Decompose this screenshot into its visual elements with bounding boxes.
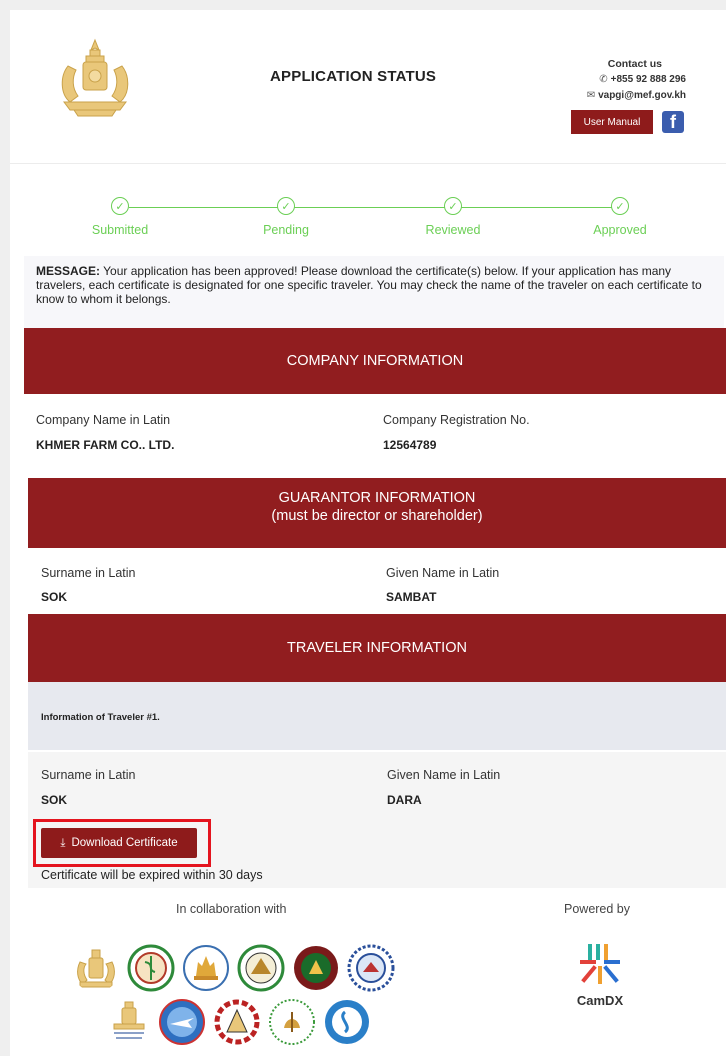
step-submitted: ✓ Submitted <box>60 197 180 237</box>
contact-email[interactable]: ✉ vapgi@mef.gov.kh <box>536 88 686 104</box>
health-ministry-logo-icon <box>127 944 175 992</box>
page-header: APPLICATION STATUS Contact us ✆ +855 92 8… <box>10 10 726 164</box>
section-title: COMPANY INFORMATION <box>286 353 464 369</box>
contact-block: Contact us ✆ +855 92 888 296 ✉ vapgi@mef.g… <box>536 56 686 104</box>
contact-title: Contact us <box>607 58 662 70</box>
stepper-progress-line <box>129 207 622 208</box>
download-label: Download Certificate <box>71 837 178 849</box>
royal-emblem-logo-icon <box>77 949 115 988</box>
company-reg-label: Company Registration No. <box>383 413 530 427</box>
ministry-emblem-small-logo-icon <box>113 1001 145 1039</box>
company-section-header: COMPANY INFORMATION <box>24 328 726 394</box>
check-icon: ✓ <box>111 197 129 215</box>
section-subtitle: (must be director or shareholder) <box>271 508 483 524</box>
ministry-crest-logo-icon <box>237 944 285 992</box>
contact-email-text: vapgi@mef.gov.kh <box>598 90 686 101</box>
guarantor-given-label: Given Name in Latin <box>386 566 500 580</box>
police-logo-icon <box>294 946 338 990</box>
section-title: TRAVELER INFORMATION <box>287 640 467 656</box>
check-icon: ✓ <box>277 197 295 215</box>
collaboration-title: In collaboration with <box>176 902 287 916</box>
message-text: Your application has been approved! Plea… <box>36 264 702 306</box>
download-certificate-button[interactable]: ⤓ Download Certificate <box>41 828 197 858</box>
mail-icon: ✉ <box>586 90 596 101</box>
agency-logo-icon <box>347 944 395 992</box>
camdx-logo: CamDX <box>570 942 630 1008</box>
status-message: MESSAGE: Your application has been appro… <box>24 256 724 328</box>
company-reg-value: 12564789 <box>383 438 437 452</box>
company-name-label: Company Name in Latin <box>36 413 171 427</box>
traveler-surname-value: SOK <box>41 793 68 807</box>
message-prefix: MESSAGE: <box>36 264 101 278</box>
aviation-logo-icon <box>159 999 205 1045</box>
user-manual-button[interactable]: User Manual <box>571 110 653 134</box>
step-label: Pending <box>263 223 309 237</box>
step-label: Submitted <box>91 223 149 237</box>
page-title: APPLICATION STATUS <box>270 68 437 85</box>
step-label: Reviewed <box>425 223 481 237</box>
facebook-glyph: f <box>670 112 676 132</box>
agriculture-logo-icon <box>269 999 315 1045</box>
application-status-card: APPLICATION STATUS Contact us ✆ +855 92 8… <box>10 10 726 1056</box>
traveler-surname-label: Surname in Latin <box>41 768 136 782</box>
tourism-logo-icon <box>183 945 229 991</box>
check-icon: ✓ <box>444 197 462 215</box>
camdx-brand-text: CamDX <box>576 993 624 1008</box>
guarantor-surname-value: SOK <box>41 590 68 604</box>
status-stepper: ✓ Submitted ✓ Pending ✓ Reviewed ✓ Appro… <box>10 175 726 255</box>
facebook-icon[interactable]: f <box>662 111 684 133</box>
company-name-value: KHMER FARM CO.. LTD. <box>36 438 175 452</box>
defense-crest-logo-icon <box>214 999 260 1045</box>
traveler-subheader: Information of Traveler #1. <box>28 682 726 750</box>
download-icon: ⤓ <box>60 836 66 849</box>
check-icon: ✓ <box>611 197 629 215</box>
certificate-expiry-note: Certificate will be expired within 30 da… <box>41 868 263 882</box>
contact-phone[interactable]: ✆ +855 92 888 296 <box>536 72 686 88</box>
traveler-given-label: Given Name in Latin <box>387 768 501 782</box>
guarantor-section-header: GUARANTOR INFORMATION (must be director … <box>28 478 726 548</box>
camdx-mark-icon <box>580 944 620 984</box>
step-reviewed: ✓ Reviewed <box>393 197 513 237</box>
section-title: GUARANTOR INFORMATION <box>278 490 476 506</box>
commerce-logo-icon <box>325 1000 369 1044</box>
phone-icon: ✆ <box>599 74 608 85</box>
step-approved: ✓ Approved <box>560 197 680 237</box>
traveler-given-value: DARA <box>387 793 422 807</box>
traveler-section-header: TRAVELER INFORMATION <box>28 614 726 682</box>
guarantor-given-value: SAMBAT <box>386 590 437 604</box>
cambodia-royal-emblem-icon <box>61 38 129 117</box>
contact-phone-text: +855 92 888 296 <box>610 74 686 85</box>
traveler-sub-title: Information of Traveler #1. <box>41 712 160 723</box>
guarantor-surname-label: Surname in Latin <box>41 566 136 580</box>
powered-by-title: Powered by <box>564 902 631 916</box>
step-label: Approved <box>593 223 647 237</box>
step-pending: ✓ Pending <box>226 197 346 237</box>
